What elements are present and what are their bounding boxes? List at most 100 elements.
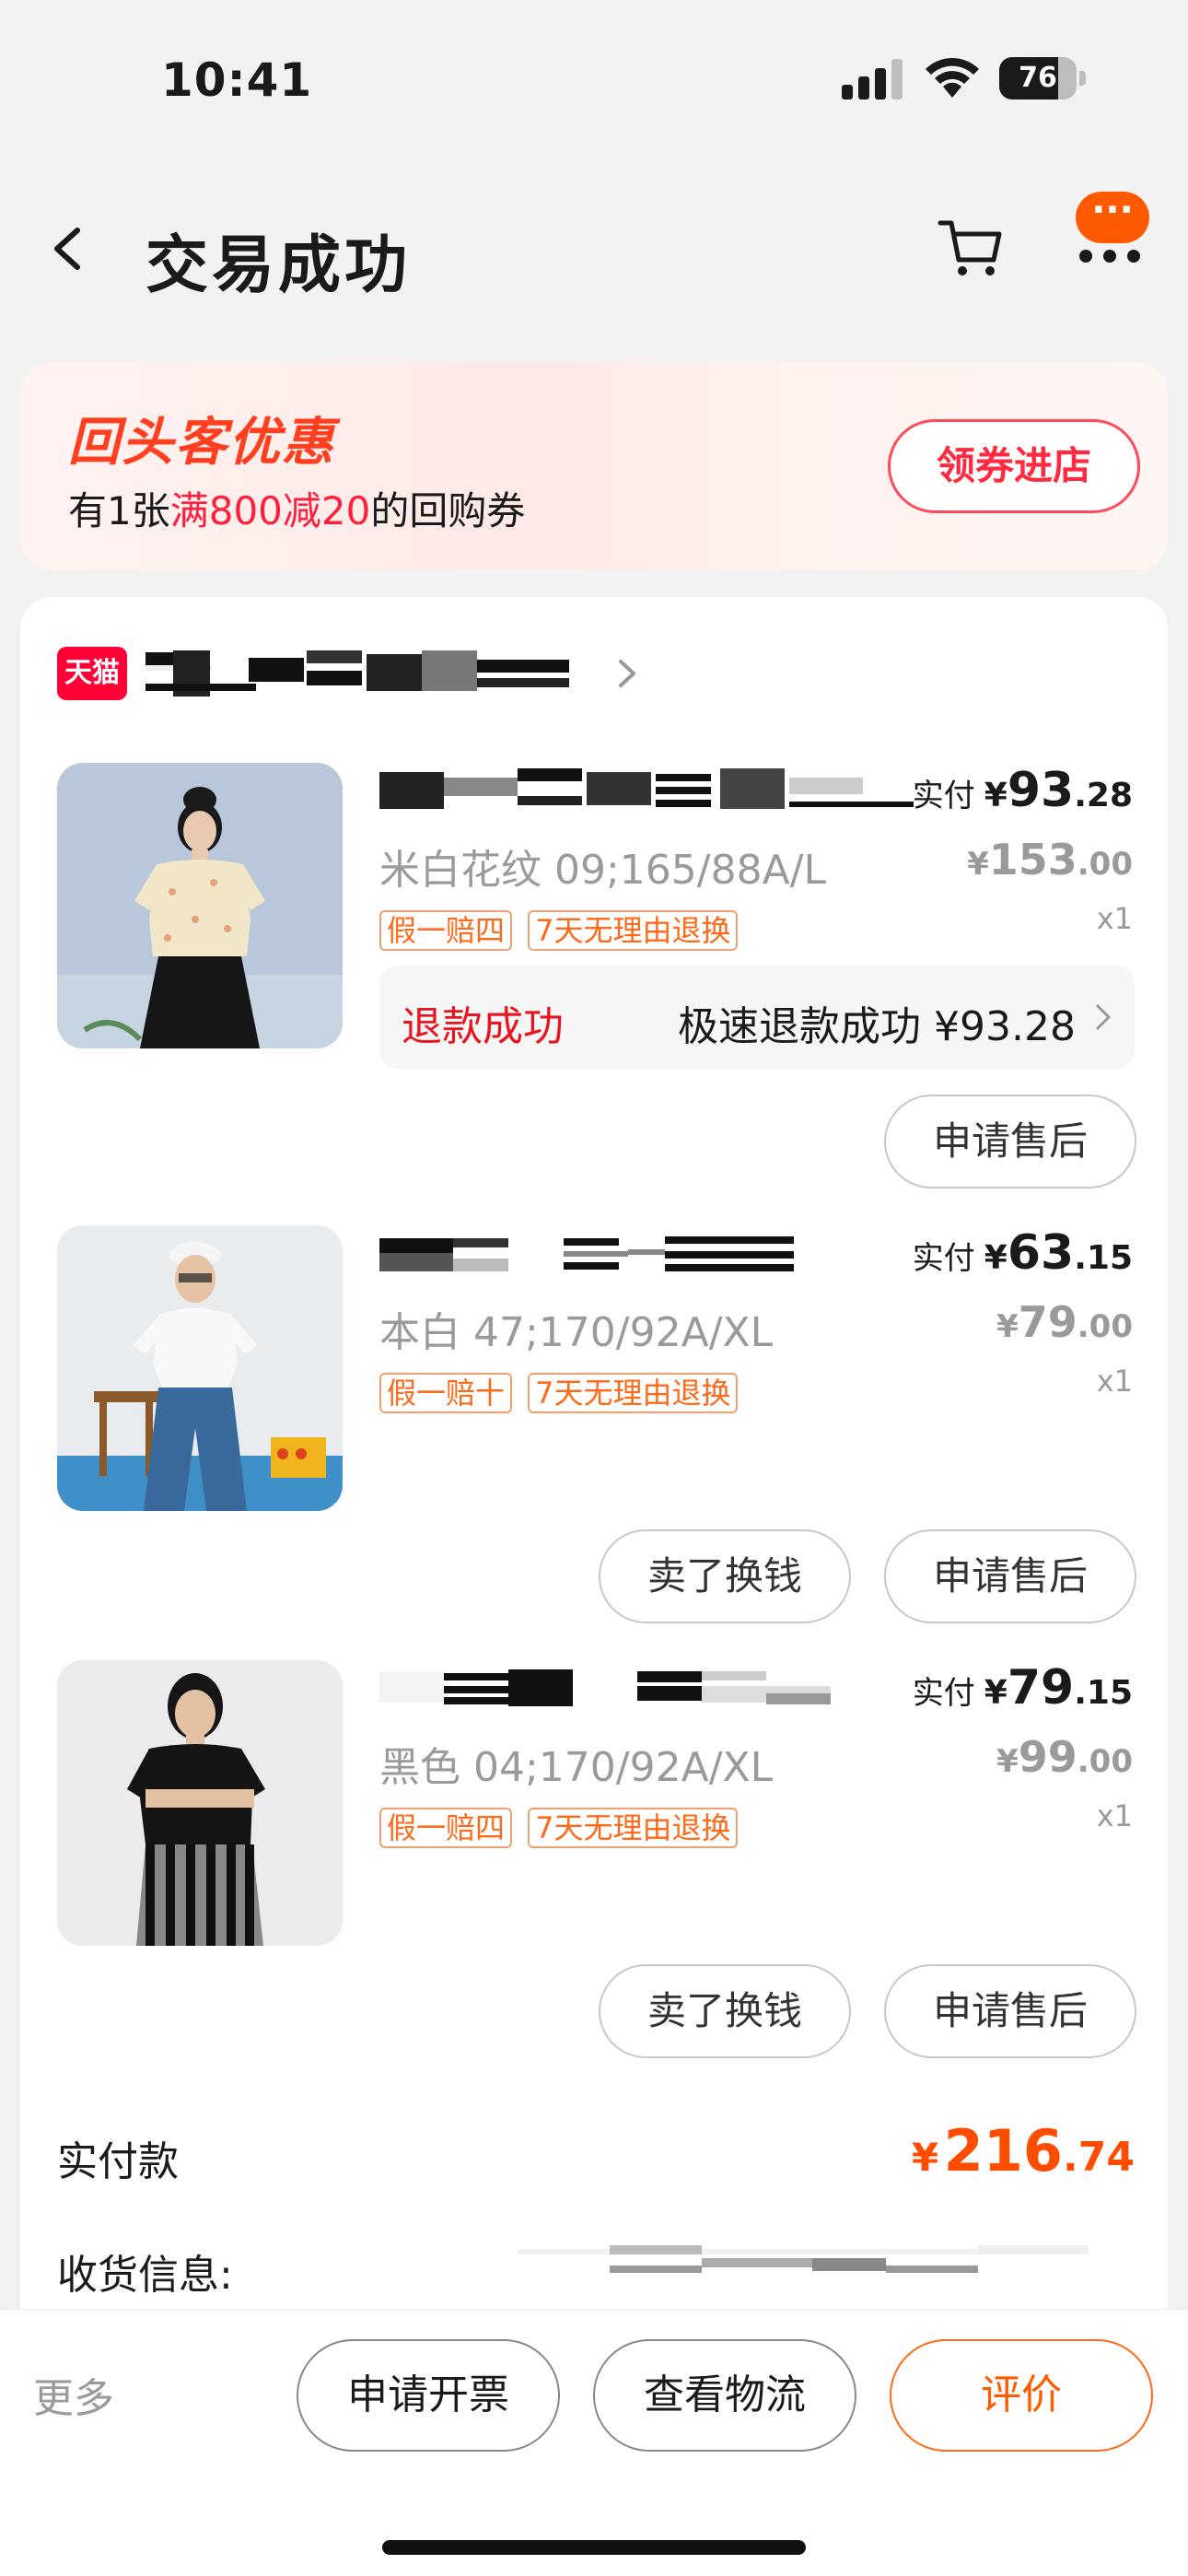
home-indicator: [382, 2540, 806, 2555]
order-item: 黑色 04;170/92A/XL 假一赔四 7天无理由退换 实付 ¥79.15 ¥…: [20, 1660, 1168, 2093]
sell-for-cash-button[interactable]: 卖了换钱: [599, 1964, 851, 2058]
cellular-signal-icon: [842, 59, 903, 100]
orig-decimal: .00: [1077, 1743, 1133, 1780]
shop-header[interactable]: 天猫: [57, 641, 702, 706]
chevron-right-icon: [1096, 1004, 1111, 1030]
refund-status-row[interactable]: 退款成功 极速退款成功 ¥93.28: [379, 966, 1135, 1069]
sell-for-cash-button[interactable]: 卖了换钱: [599, 1529, 851, 1623]
promo-title: 回头客优惠: [68, 413, 335, 473]
product-tags: 假一赔四 7天无理由退换: [379, 910, 749, 951]
product-tags: 假一赔四 7天无理由退换: [379, 1808, 749, 1848]
paid-currency: ¥: [984, 1239, 1007, 1277]
return-policy-tag: 7天无理由退换: [528, 910, 739, 951]
paid-decimal: .15: [1074, 1674, 1133, 1712]
chevron-right-icon: [619, 660, 635, 687]
shop-name-redacted: [146, 650, 569, 697]
review-button[interactable]: 评价: [890, 2339, 1153, 2452]
total-amount: ¥ 216.74: [912, 2117, 1135, 2184]
apply-after-sales-button[interactable]: 申请售后: [884, 1964, 1136, 2058]
paid-label: 实付: [912, 778, 975, 814]
promo-desc-suffix: 的回购券: [370, 488, 526, 533]
product-title-redacted: [379, 1236, 794, 1271]
product-sku: 黑色 04;170/92A/XL: [379, 1744, 774, 1791]
guarantee-tag: 假一赔四: [379, 1808, 513, 1848]
total-decimal: .74: [1063, 2134, 1135, 2181]
returning-customer-banner: 回头客优惠 有1张满800减20的回购券 领券进店: [20, 362, 1168, 570]
more-actions-link[interactable]: 更多: [33, 2365, 114, 2424]
paid-decimal: .15: [1074, 1239, 1133, 1277]
quantity: x1: [1096, 1364, 1133, 1399]
orig-integer: 99: [1018, 1732, 1077, 1782]
orig-currency: ¥: [967, 846, 989, 883]
paid-currency: ¥: [984, 777, 1007, 814]
return-policy-tag: 7天无理由退换: [528, 1373, 739, 1413]
return-policy-tag: 7天无理由退换: [528, 1808, 739, 1848]
original-price: ¥79.00: [996, 1297, 1133, 1347]
shipping-address-redacted: [518, 2245, 1089, 2273]
apply-after-sales-button[interactable]: 申请售后: [884, 1095, 1136, 1188]
paid-price: 实付 ¥93.28: [913, 763, 1133, 818]
total-currency: ¥: [911, 2135, 939, 2180]
orig-decimal: .00: [1077, 846, 1133, 883]
total-payment-row: 实付款 ¥ 216.74: [57, 2117, 1135, 2200]
orig-integer: 153: [988, 835, 1077, 884]
product-title-redacted: [379, 1669, 831, 1706]
message-bubble-icon: ···: [1076, 192, 1149, 243]
view-logistics-button[interactable]: 查看物流: [593, 2339, 856, 2452]
shopping-cart-icon[interactable]: [935, 210, 1008, 284]
status-time: 10:41: [161, 53, 313, 107]
paid-currency: ¥: [984, 1674, 1007, 1712]
paid-integer: 93: [1007, 763, 1075, 818]
paid-label: 实付: [912, 1240, 975, 1277]
quantity: x1: [1096, 901, 1133, 936]
apply-after-sales-button[interactable]: 申请售后: [884, 1529, 1136, 1623]
guarantee-tag: 假一赔四: [379, 910, 513, 951]
guarantee-tag: 假一赔十: [379, 1373, 513, 1413]
more-menu-button[interactable]: ···: [1068, 184, 1160, 267]
shipping-info-row[interactable]: 收货信息:: [57, 2232, 1135, 2315]
orig-currency: ¥: [996, 1743, 1019, 1780]
order-item: 米白花纹 09;165/88A/L 假一赔四 7天无理由退换 实付 ¥93.28 …: [20, 763, 1168, 1196]
refund-status: 退款成功: [402, 1003, 564, 1050]
battery-icon: 76: [999, 57, 1086, 100]
product-sku: 米白花纹 09;165/88A/L: [379, 847, 827, 894]
total-label: 实付款: [57, 2138, 179, 2185]
original-price: ¥153.00: [967, 835, 1133, 884]
paid-label: 实付: [912, 1675, 975, 1712]
product-title-redacted: [379, 768, 914, 809]
order-card: 天猫 米白花纹 09;165/88A/L 假一赔四 7天无理由退换 实付 ¥93…: [20, 597, 1168, 2348]
bottom-action-bar: 更多 申请开票 查看物流 评价: [0, 2309, 1188, 2576]
orig-currency: ¥: [996, 1308, 1019, 1345]
promo-desc-prefix: 有1张: [68, 488, 170, 533]
status-bar: 10:41 76: [0, 0, 1188, 157]
paid-price: 实付 ¥63.15: [913, 1225, 1133, 1281]
wifi-icon: [926, 57, 979, 98]
product-image[interactable]: [57, 1225, 343, 1511]
tmall-logo-icon: 天猫: [57, 647, 127, 700]
shipping-label: 收货信息:: [57, 2252, 233, 2299]
order-item: 本白 47;170/92A/XL 假一赔十 7天无理由退换 实付 ¥63.15 ¥…: [20, 1225, 1168, 1658]
paid-integer: 63: [1007, 1225, 1075, 1281]
orig-integer: 79: [1018, 1297, 1077, 1347]
quantity: x1: [1096, 1798, 1133, 1833]
more-dots-icon: [1079, 249, 1151, 266]
total-integer: 216: [943, 2117, 1064, 2184]
page-title: 交易成功: [146, 229, 412, 302]
product-image[interactable]: [57, 1660, 343, 1946]
promo-desc-highlight: 满800减20: [169, 488, 371, 533]
battery-percent: 76: [1019, 62, 1057, 94]
orig-decimal: .00: [1077, 1308, 1133, 1345]
claim-coupon-button[interactable]: 领券进店: [888, 419, 1140, 513]
request-invoice-button[interactable]: 申请开票: [297, 2339, 560, 2452]
navigation-header: 交易成功 ···: [0, 184, 1188, 313]
original-price: ¥99.00: [996, 1732, 1133, 1782]
paid-integer: 79: [1007, 1660, 1075, 1715]
paid-price: 实付 ¥79.15: [913, 1660, 1133, 1715]
back-arrow-icon[interactable]: [37, 212, 101, 286]
product-tags: 假一赔十 7天无理由退换: [379, 1373, 749, 1413]
promo-description: 有1张满800减20的回购券: [68, 480, 525, 536]
product-image[interactable]: [57, 763, 343, 1048]
product-sku: 本白 47;170/92A/XL: [379, 1309, 774, 1356]
paid-decimal: .28: [1074, 777, 1133, 814]
refund-detail: 极速退款成功 ¥93.28: [678, 1003, 1076, 1050]
